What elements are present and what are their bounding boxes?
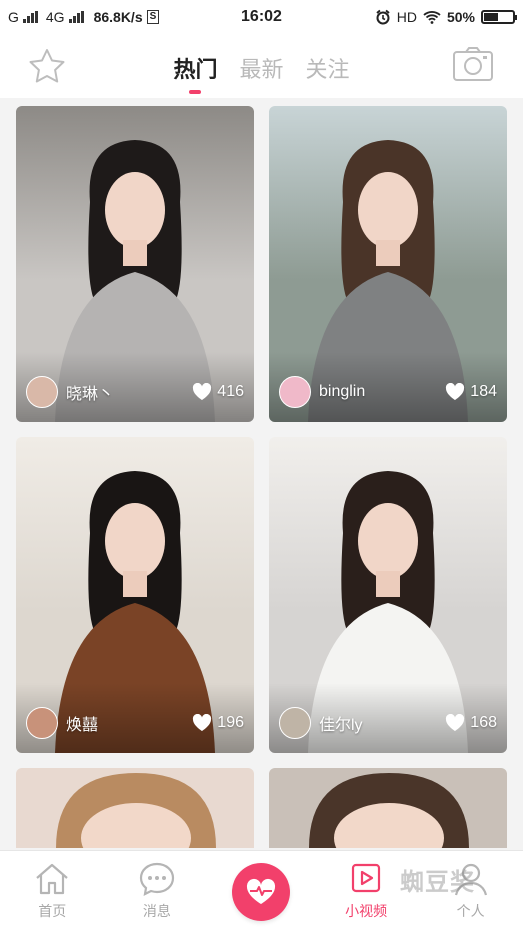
battery-icon [481, 10, 517, 24]
person-figure [309, 773, 469, 848]
card-meta: 佳尔ly 168 [279, 707, 497, 739]
status-bar: G 4G 86.8K/s S 16:02 HD 50% [0, 0, 523, 34]
author-name[interactable]: 焕囍 [66, 711, 192, 735]
tab-home[interactable]: 首页 [0, 851, 105, 930]
card-meta: 晓琳丶 416 [26, 376, 244, 408]
tab-latest[interactable]: 最新 [239, 52, 283, 84]
hd-label: HD [396, 9, 417, 25]
author-name[interactable]: binglin [319, 383, 445, 401]
alarm-icon [376, 9, 390, 25]
net-speed: 86.8K/s [93, 9, 143, 25]
tab-messages[interactable]: 消息 [105, 851, 210, 930]
feed-tabs: 热门 最新 关注 [0, 52, 523, 94]
video-card[interactable]: 晓琳丶 416 [16, 106, 254, 422]
tab-home-label: 首页 [38, 903, 67, 919]
like-count-value: 184 [470, 383, 497, 400]
like-count[interactable]: 168 [445, 714, 497, 732]
like-count[interactable]: 196 [192, 714, 244, 732]
heart-icon [192, 383, 212, 401]
camera-icon[interactable] [452, 46, 494, 89]
message-icon [139, 862, 174, 896]
author-name[interactable]: 佳尔ly [319, 711, 445, 735]
watermark: 蜘豆奖 [400, 869, 475, 896]
network-label: 4G [45, 9, 65, 25]
author-name[interactable]: 晓琳丶 [66, 380, 192, 404]
wifi-icon [423, 11, 441, 24]
heart-icon [445, 383, 465, 401]
signal-icon [22, 11, 38, 23]
like-count-value: 416 [217, 383, 244, 400]
notification-badge: S [146, 10, 160, 24]
video-card[interactable] [16, 768, 254, 848]
heart-pulse-icon [247, 878, 276, 904]
tab-hot[interactable]: 热门 [173, 52, 217, 94]
tab-short-video-label: 小视频 [345, 903, 388, 919]
like-count-value: 196 [217, 714, 244, 731]
carrier-label: G [8, 9, 19, 25]
home-icon [36, 863, 69, 895]
like-count[interactable]: 184 [445, 383, 497, 401]
person-figure [56, 773, 216, 848]
signal-icon-2 [68, 11, 84, 23]
avatar[interactable] [279, 707, 311, 739]
avatar[interactable] [26, 376, 58, 408]
tab-profile-label: 个人 [456, 903, 485, 919]
top-header: 热门 最新 关注 [0, 34, 523, 98]
card-meta: binglin 184 [279, 376, 497, 408]
video-card[interactable]: binglin 184 [269, 106, 507, 422]
video-icon [351, 863, 381, 893]
tab-messages-label: 消息 [142, 903, 171, 919]
battery-percent: 50% [446, 9, 475, 25]
tab-following[interactable]: 关注 [306, 52, 350, 84]
heart-pulse-button[interactable] [232, 863, 291, 921]
video-card[interactable] [269, 768, 507, 848]
tab-center-action[interactable] [209, 851, 314, 930]
avatar[interactable] [26, 707, 58, 739]
card-meta: 焕囍 196 [26, 707, 244, 739]
video-feed-grid: 晓琳丶 416 binglin 184 焕囍 196 佳尔ly 168 [16, 106, 507, 848]
avatar[interactable] [279, 376, 311, 408]
video-thumbnail [269, 768, 507, 848]
heart-icon [445, 714, 465, 732]
video-card[interactable]: 佳尔ly 168 [269, 437, 507, 753]
heart-icon [192, 714, 212, 732]
video-card[interactable]: 焕囍 196 [16, 437, 254, 753]
like-count[interactable]: 416 [192, 383, 244, 401]
video-thumbnail [16, 768, 254, 848]
like-count-value: 168 [470, 714, 497, 731]
